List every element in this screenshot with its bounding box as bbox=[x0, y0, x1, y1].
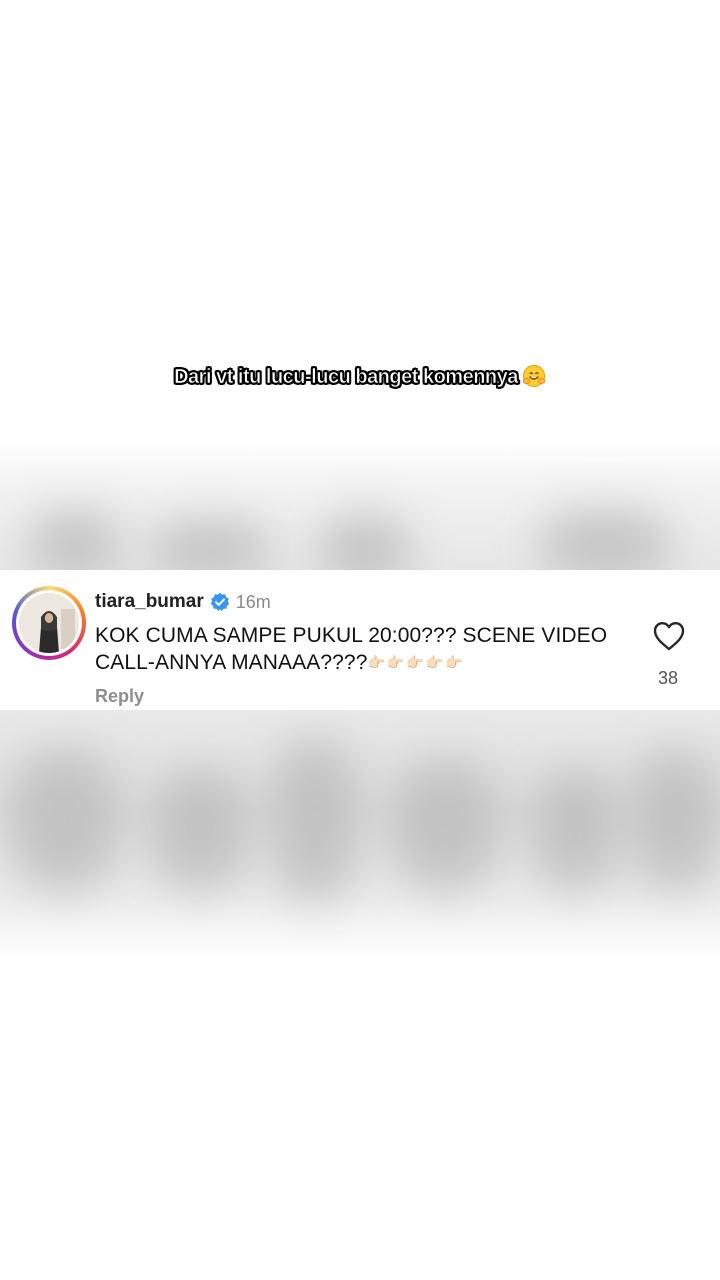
avatar-story-ring[interactable] bbox=[12, 586, 86, 660]
verified-badge-icon bbox=[210, 592, 230, 612]
reply-button[interactable]: Reply bbox=[95, 686, 144, 707]
heart-icon bbox=[653, 622, 685, 651]
comment-card: tiara_bumar 16m KOK CUMA SAMPE PUKUL 20:… bbox=[0, 570, 720, 710]
comment-text: KOK CUMA SAMPE PUKUL 20:00??? SCENE VIDE… bbox=[95, 624, 608, 674]
like-count: 38 bbox=[657, 668, 679, 688]
hugging-face-icon bbox=[522, 364, 546, 388]
blurred-background-top bbox=[0, 440, 720, 570]
blurred-background-bottom bbox=[0, 710, 720, 960]
video-caption: Dari vt itu lucu-lucu banget komennya bbox=[0, 364, 720, 389]
username[interactable]: tiara_bumar bbox=[95, 591, 204, 613]
avatar[interactable] bbox=[19, 593, 79, 653]
screen: Dari vt itu lucu-lucu banget komennya ti… bbox=[0, 0, 720, 1280]
caption-text: Dari vt itu lucu-lucu banget komennya bbox=[174, 366, 519, 389]
comment-header: tiara_bumar 16m bbox=[95, 591, 271, 613]
comment-timestamp: 16m bbox=[235, 591, 271, 612]
like-button[interactable] bbox=[652, 620, 686, 652]
pointing-hand-emoji: 👉🏻👉🏻👉🏻👉🏻👉🏻 bbox=[367, 654, 465, 670]
comment-body: KOK CUMA SAMPE PUKUL 20:00??? SCENE VIDE… bbox=[95, 622, 625, 676]
